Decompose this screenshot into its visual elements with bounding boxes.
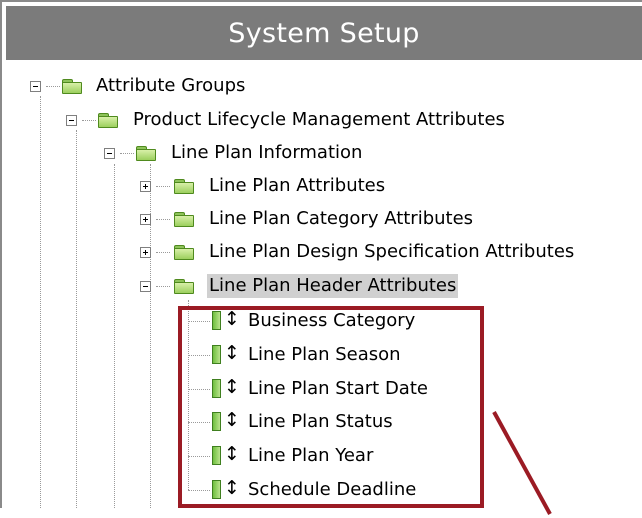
attribute-icon: ↕ — [212, 342, 240, 366]
tree-node-line-plan-category-attributes[interactable]: Line Plan Category Attributes — [207, 207, 475, 231]
attribute-icon: ↕ — [212, 477, 240, 501]
tree-node-attribute-groups[interactable]: Attribute Groups — [94, 74, 247, 98]
tree-connector — [156, 252, 170, 253]
attribute-icon: ↕ — [212, 443, 240, 467]
attribute-icon: ↕ — [212, 308, 240, 332]
folder-icon — [174, 245, 194, 260]
tree-connector — [156, 286, 170, 287]
tree-node-line-plan-design-specification-attributes[interactable]: Line Plan Design Specification Attribute… — [207, 240, 576, 264]
tree-guide-lpi — [114, 164, 115, 508]
folder-icon — [136, 146, 156, 161]
collapse-icon[interactable] — [104, 148, 115, 159]
tree-connector — [188, 490, 210, 491]
attribute-line-plan-season[interactable]: Line Plan Season — [246, 343, 403, 367]
folder-icon — [174, 279, 194, 294]
tree-connector — [188, 355, 210, 356]
collapse-icon[interactable] — [66, 115, 77, 126]
tree-connector — [156, 219, 170, 220]
tree-connector — [188, 389, 210, 390]
expand-icon[interactable] — [140, 247, 151, 258]
attribute-line-plan-status[interactable]: Line Plan Status — [246, 410, 395, 434]
tree-guide-root — [40, 96, 41, 508]
expand-icon[interactable] — [140, 181, 151, 192]
attribute-line-plan-year[interactable]: Line Plan Year — [246, 444, 375, 468]
tree-connector — [156, 186, 170, 187]
attribute-schedule-deadline[interactable]: Schedule Deadline — [246, 478, 418, 502]
attribute-line-plan-start-date[interactable]: Line Plan Start Date — [246, 377, 430, 401]
attribute-icon: ↕ — [212, 409, 240, 433]
folder-icon — [174, 212, 194, 227]
folder-icon — [174, 179, 194, 194]
tree-node-plm-attributes[interactable]: Product Lifecycle Management Attributes — [131, 108, 507, 132]
collapse-icon[interactable] — [30, 81, 41, 92]
tree-node-line-plan-attributes[interactable]: Line Plan Attributes — [207, 174, 387, 198]
tree-connector — [188, 321, 210, 322]
tree-node-line-plan-information[interactable]: Line Plan Information — [169, 141, 364, 165]
attribute-business-category[interactable]: Business Category — [246, 309, 417, 333]
attribute-icon: ↕ — [212, 376, 240, 400]
expand-icon[interactable] — [140, 214, 151, 225]
folder-icon — [98, 113, 118, 128]
tree-guide-plm — [76, 130, 77, 508]
tree-connector — [120, 153, 134, 154]
collapse-icon[interactable] — [140, 281, 151, 292]
window-title: System Setup — [6, 6, 642, 60]
tree-connector — [82, 120, 96, 121]
tree-connector — [46, 86, 60, 87]
folder-icon — [62, 79, 82, 94]
tree-connector — [188, 456, 210, 457]
tree-guide-header — [188, 300, 189, 490]
tree-connector — [188, 422, 210, 423]
tree-node-line-plan-header-attributes[interactable]: Line Plan Header Attributes — [207, 274, 459, 298]
